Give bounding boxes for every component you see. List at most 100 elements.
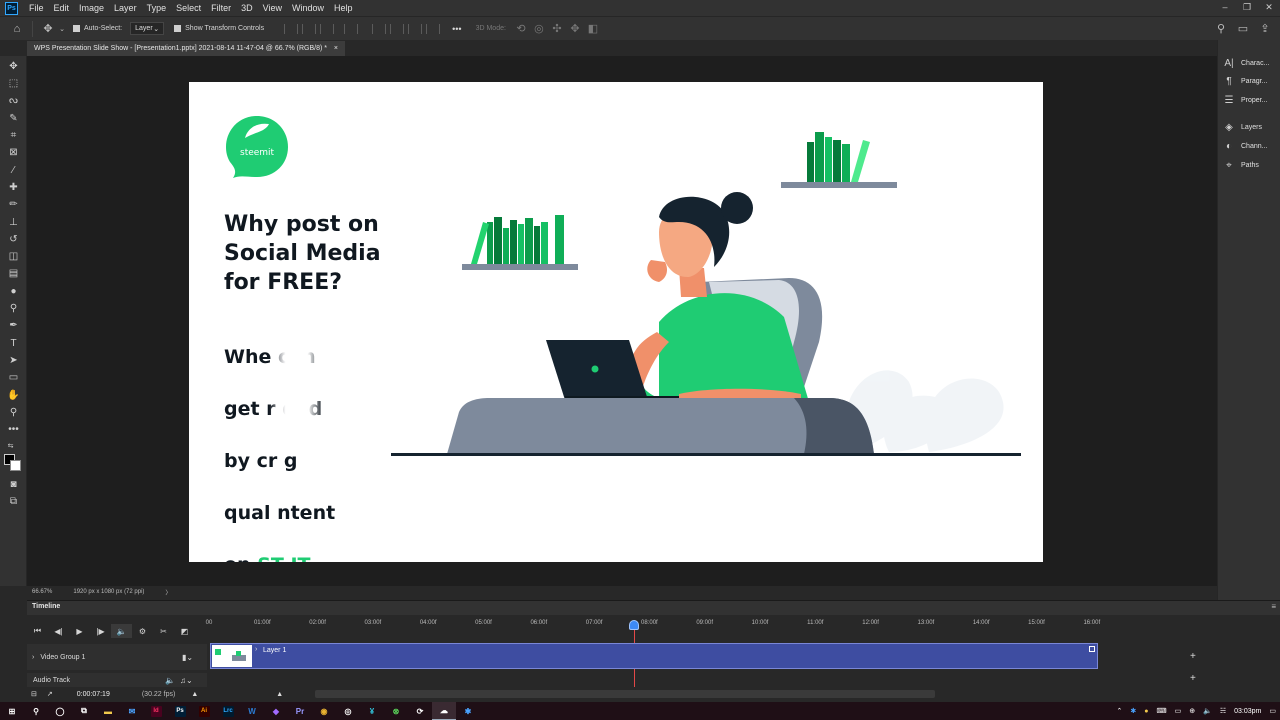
panel-properties[interactable]: ☰ Proper... (1222, 95, 1268, 106)
zoom-tool-icon[interactable]: ⚲ (6, 406, 21, 419)
3d-roll-icon[interactable]: ◎ (530, 20, 548, 38)
volume-icon[interactable]: 🔈 (1203, 707, 1212, 715)
search-icon[interactable]: ⚲ (24, 702, 48, 720)
frame-tool-icon[interactable]: ⊠ (6, 146, 21, 159)
auto-select-target-dropdown[interactable]: Layer ⌄ (130, 22, 165, 35)
render-video-icon[interactable]: ⊟ (31, 690, 37, 698)
transform-controls-option[interactable]: Show Transform Controls (174, 25, 264, 32)
workspace-icon[interactable]: ▭ (1234, 20, 1252, 38)
chevron-up-icon[interactable]: ⌃ (1117, 707, 1123, 715)
eyedropper-tool-icon[interactable]: ⁄ (6, 164, 21, 177)
settings-gear-icon[interactable]: ⚙ (132, 624, 153, 638)
photoshop-taskbar-icon[interactable]: Ps (168, 702, 192, 720)
file-explorer-icon[interactable]: ▬ (96, 702, 120, 720)
pen-tool-icon[interactable]: ✒ (6, 319, 21, 332)
menu-help[interactable]: Help (329, 0, 358, 16)
panel-character[interactable]: A| Charac... (1222, 58, 1269, 69)
finance-app-icon[interactable]: ¥ (360, 702, 384, 720)
split-scissors-icon[interactable]: ✂ (153, 624, 174, 638)
cortana-icon[interactable]: ◯ (48, 702, 72, 720)
panel-channels[interactable]: ◐ Chann... (1222, 141, 1268, 152)
timeline-scrollbar[interactable] (315, 690, 935, 698)
more-options-button[interactable]: ••• (452, 24, 461, 34)
align-left-icon[interactable] (284, 23, 299, 34)
canvas-area[interactable]: steemit Why post on Social Media for FRE… (27, 56, 1217, 586)
eraser-tool-icon[interactable]: ◫ (6, 250, 21, 263)
auto-select-checkbox[interactable] (73, 25, 80, 32)
default-colors-icon[interactable]: ⇆ (3, 439, 18, 452)
menu-select[interactable]: Select (171, 0, 206, 16)
clone-stamp-tool-icon[interactable]: ⊥ (6, 216, 21, 229)
keyboard-icon[interactable]: ⌨ (1157, 707, 1167, 715)
norton-icon[interactable]: ● (1144, 708, 1148, 715)
3d-pan-icon[interactable]: ✣ (548, 20, 566, 38)
close-tab-icon[interactable]: × (334, 45, 338, 52)
align-bottom-icon[interactable] (408, 23, 423, 34)
chevron-down-icon[interactable]: ⌄ (57, 20, 67, 38)
move-tool-icon[interactable]: ✥ (39, 20, 57, 38)
playhead-handle[interactable] (629, 620, 639, 630)
battery-icon[interactable]: ▭ (1175, 707, 1182, 715)
visual-studio-icon[interactable]: ◆ (264, 702, 288, 720)
chevron-right-icon[interactable]: › (255, 646, 257, 653)
windows-start-icon[interactable]: ⊞ (0, 702, 24, 720)
menu-type[interactable]: Type (142, 0, 172, 16)
menu-view[interactable]: View (258, 0, 287, 16)
3d-slide-icon[interactable]: ✥ (566, 20, 584, 38)
gradient-tool-icon[interactable]: ▤ (6, 267, 21, 280)
timeline-ruler[interactable]: 00 01:00f 02:00f 03:00f 04:00f 05:00f 06:00f 07… (206, 616, 1223, 630)
align-top-icon[interactable] (372, 23, 387, 34)
quick-select-tool-icon[interactable]: ✎ (6, 112, 21, 125)
menu-file[interactable]: File (24, 0, 49, 16)
wps-presentation-icon[interactable]: ☁ (432, 702, 456, 720)
clip-end-handle[interactable] (1089, 646, 1095, 652)
language-icon[interactable]: ⊕ (1189, 707, 1195, 715)
illustrator-taskbar-icon[interactable]: Ai (192, 702, 216, 720)
restore-button[interactable]: ❐ (1236, 0, 1258, 16)
path-selection-tool-icon[interactable]: ➤ (6, 354, 21, 367)
background-color-swatch[interactable] (10, 460, 21, 471)
add-audio-icon[interactable]: + (1190, 673, 1196, 684)
align-center-icon[interactable] (302, 23, 317, 34)
share-icon[interactable]: ⇪ (1256, 20, 1274, 38)
close-button[interactable]: ✕ (1258, 0, 1280, 16)
play-icon[interactable]: ▶ (69, 624, 90, 638)
obs-icon[interactable]: ◎ (336, 702, 360, 720)
quick-mask-icon[interactable]: ◙ (6, 478, 21, 491)
chrome-icon[interactable]: ◉ (312, 702, 336, 720)
chevron-right-icon[interactable]: › (32, 654, 34, 661)
search-icon[interactable]: ⚲ (1212, 20, 1230, 38)
hand-tool-icon[interactable]: ✋ (6, 389, 21, 402)
menu-3d[interactable]: 3D (236, 0, 258, 16)
zoom-out-icon[interactable]: ▲ (191, 691, 198, 698)
go-to-first-frame-icon[interactable]: ⏮ (27, 624, 48, 638)
notification-icon[interactable]: ▭ (1269, 707, 1276, 715)
task-view-icon[interactable]: ⧉ (72, 702, 96, 720)
menu-window[interactable]: Window (287, 0, 329, 16)
layer-clip[interactable]: › Layer 1 (210, 643, 1098, 669)
panel-menu-icon[interactable]: ≡ (1271, 602, 1276, 611)
speaker-icon[interactable]: 🔈 (165, 676, 175, 685)
crop-tool-icon[interactable]: ⌗ (6, 129, 21, 142)
rectangle-tool-icon[interactable]: ▭ (6, 371, 21, 384)
align-middle-icon[interactable] (390, 23, 405, 34)
3d-scale-icon[interactable]: ◧ (584, 20, 602, 38)
home-icon[interactable]: ⌂ (8, 20, 26, 38)
previous-frame-icon[interactable]: ◀| (48, 624, 69, 638)
menu-image[interactable]: Image (74, 0, 109, 16)
history-brush-tool-icon[interactable]: ↺ (6, 233, 21, 246)
align-right-icon[interactable] (320, 23, 335, 34)
word-icon[interactable]: W (240, 702, 264, 720)
premiere-icon[interactable]: Pr (288, 702, 312, 720)
film-strip-icon[interactable]: ▮⌄ (182, 653, 193, 662)
mail-icon[interactable]: ✉ (120, 702, 144, 720)
add-media-icon[interactable]: + (1190, 651, 1196, 662)
dodge-tool-icon[interactable]: ⚲ (6, 302, 21, 315)
document-canvas[interactable]: steemit Why post on Social Media for FRE… (189, 82, 1043, 562)
transition-icon[interactable]: ◩ (174, 624, 195, 638)
type-tool-icon[interactable]: T (6, 337, 21, 350)
panel-paragraph[interactable]: ¶ Paragr... (1222, 76, 1267, 87)
edit-toolbar-icon[interactable]: ••• (6, 423, 21, 436)
color-swatches[interactable] (4, 454, 22, 472)
menu-filter[interactable]: Filter (206, 0, 236, 16)
